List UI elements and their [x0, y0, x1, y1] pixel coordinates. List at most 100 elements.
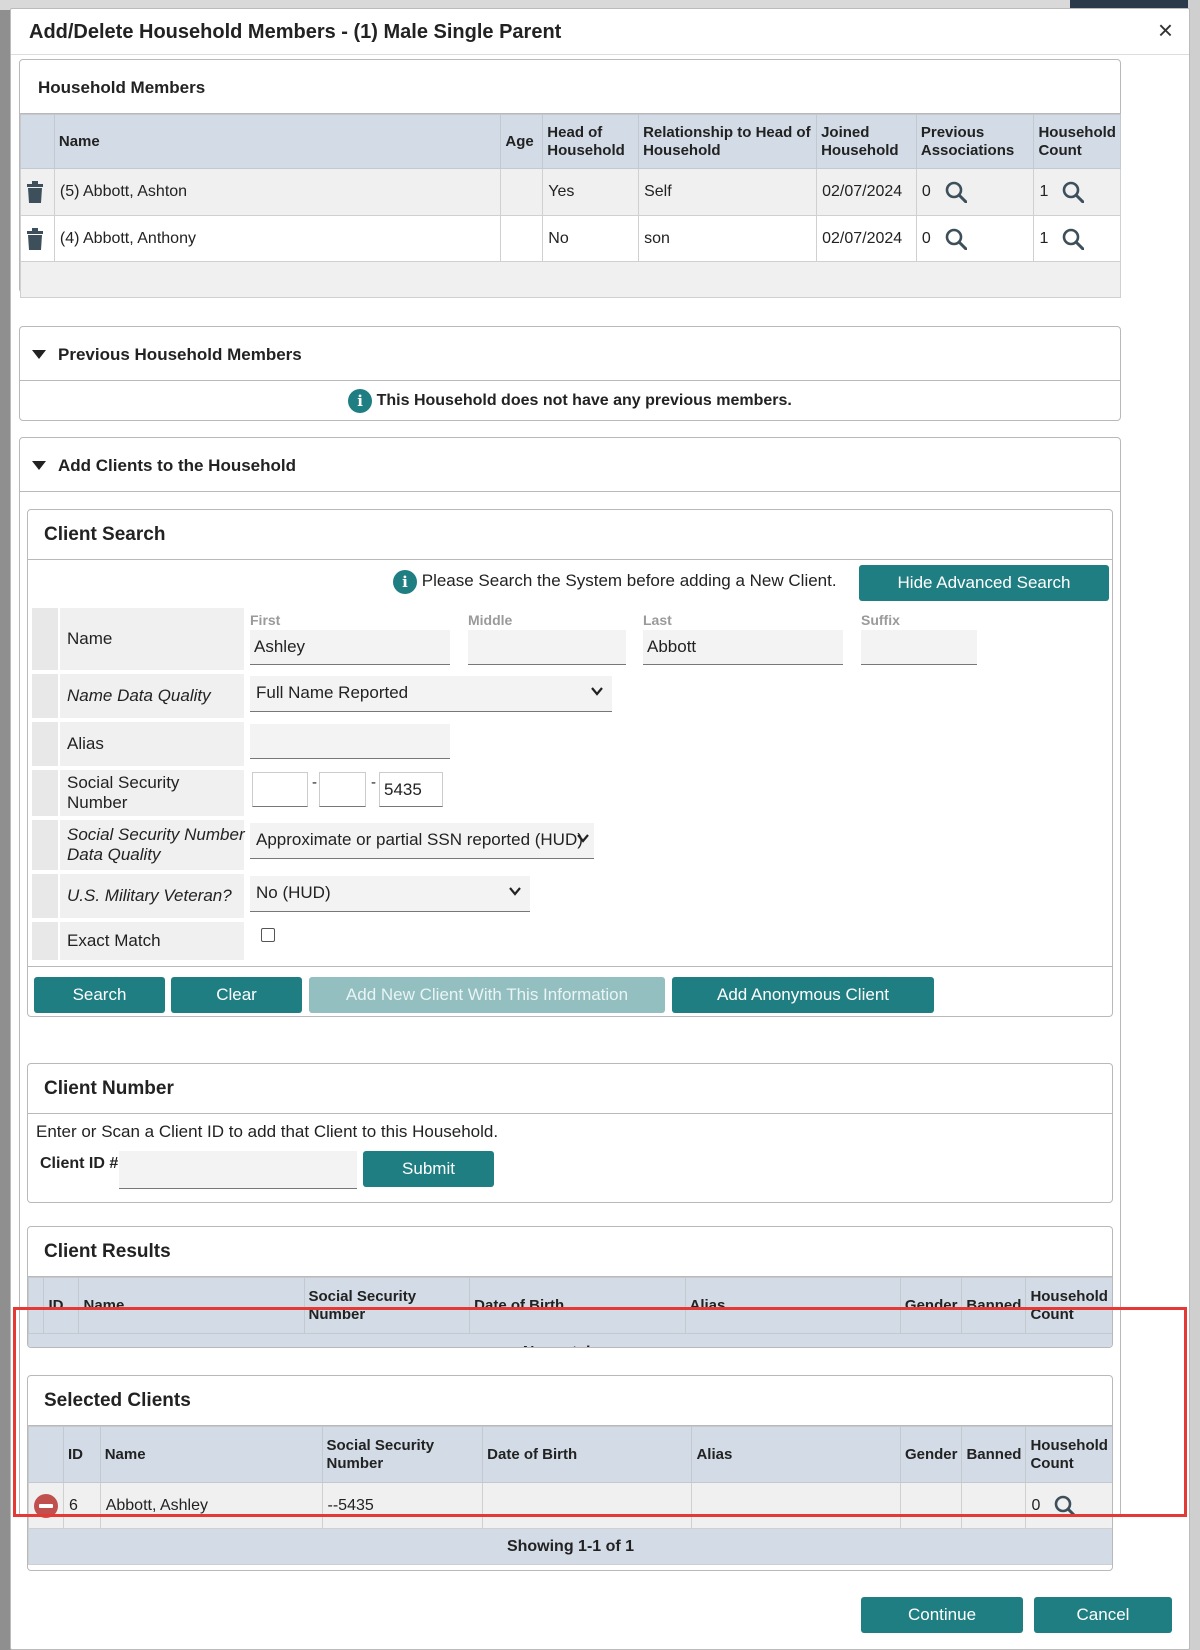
ssn-quality-value: Approximate or partial SSN reported (HUD…	[256, 830, 583, 849]
search-button[interactable]: Search	[34, 977, 165, 1013]
caret-down-icon[interactable]	[32, 461, 46, 470]
table-row: (4) Abbott, Anthony No son 02/07/2024 0 …	[20, 215, 1121, 262]
client-number-header: Client Number	[28, 1064, 1112, 1114]
continue-button[interactable]: Continue	[861, 1597, 1023, 1633]
ssn-label: Social Security Number	[67, 773, 180, 812]
hide-advanced-search-button[interactable]: Hide Advanced Search	[859, 565, 1109, 601]
middle-name-input[interactable]	[468, 630, 626, 665]
showing-count: Showing 1-1 of 1	[28, 1528, 1112, 1565]
search-icon[interactable]	[945, 228, 967, 250]
row-stub	[32, 922, 60, 960]
member-joined: 02/07/2024	[816, 215, 917, 262]
member-name: (4) Abbott, Anthony	[53, 215, 502, 262]
client-search-title: Client Search	[44, 524, 166, 545]
submit-button[interactable]: Submit	[363, 1151, 494, 1187]
ssn-quality-label-cell: Social Security Number Data Quality	[32, 820, 245, 870]
previous-members-panel: Previous Household Members i This Househ…	[19, 326, 1121, 421]
alias-label-cell: Alias	[32, 722, 244, 766]
col-relationship: Relationship to Head of Household	[638, 114, 818, 169]
exact-match-label: Exact Match	[67, 931, 161, 950]
delete-cell	[20, 215, 55, 262]
member-count-cell: 1	[1033, 168, 1121, 216]
member-count-cell: 1	[1033, 215, 1121, 262]
search-icon[interactable]	[945, 181, 967, 203]
alias-label: Alias	[67, 734, 104, 753]
background-tab	[1070, 0, 1200, 8]
ssn-part1-input[interactable]	[252, 772, 308, 807]
member-relationship: Self	[638, 168, 818, 216]
ssn-part3-input[interactable]: 5435	[379, 772, 443, 807]
add-clients-header[interactable]: Add Clients to the Household	[20, 438, 1120, 492]
table-footer-cell	[20, 261, 1121, 298]
member-age	[500, 215, 544, 262]
first-label: First	[250, 612, 281, 628]
add-clients-title[interactable]: Add Clients to the Household	[58, 456, 296, 476]
suffix-input[interactable]	[861, 630, 977, 665]
exact-match-label-cell: Exact Match	[32, 922, 244, 960]
previous-members-message-row: i This Household does not have any previ…	[20, 381, 1120, 421]
add-new-client-button[interactable]: Add New Client With This Information	[309, 977, 665, 1013]
client-search-header: Client Search	[28, 510, 1112, 560]
search-notice-text: Please Search the System before adding a…	[421, 571, 837, 590]
search-notice: i Please Search the System before adding…	[393, 569, 837, 594]
client-id-input[interactable]	[119, 1151, 357, 1189]
veteran-value: No (HUD)	[256, 883, 331, 902]
veteran-select[interactable]: No (HUD)	[250, 876, 530, 912]
close-icon[interactable]: ×	[1158, 17, 1173, 43]
household-members-table: Name Age Head of Household Relationship …	[20, 114, 1121, 298]
col-joined: Joined Household	[816, 114, 917, 169]
member-head: Yes	[542, 168, 640, 216]
exact-match-checkbox[interactable]	[261, 928, 275, 942]
previous-members-title[interactable]: Previous Household Members	[58, 345, 302, 365]
ssn-quality-select[interactable]: Approximate or partial SSN reported (HUD…	[250, 823, 594, 859]
info-icon: i	[348, 388, 373, 413]
name-quality-label: Name Data Quality	[67, 686, 211, 705]
alias-input[interactable]	[250, 724, 450, 759]
ssn-label-cell: Social Security Number	[32, 770, 244, 816]
member-previous-cell: 0	[915, 168, 1035, 216]
member-previous-cell: 0	[915, 215, 1035, 262]
member-previous: 0	[921, 183, 931, 201]
clear-button[interactable]: Clear	[171, 977, 302, 1013]
chevron-down-icon	[509, 887, 521, 896]
middle-label: Middle	[468, 612, 513, 628]
modal-title: Add/Delete Household Members - (1) Male …	[29, 21, 562, 43]
name-quality-label-cell: Name Data Quality	[32, 674, 244, 718]
selection-highlight-box	[13, 1307, 1187, 1517]
member-head: No	[542, 215, 640, 262]
ssn-part2-input[interactable]	[319, 772, 366, 807]
col-count: Household Count	[1033, 114, 1121, 169]
client-number-panel: Client Number Enter or Scan a Client ID …	[27, 1063, 1113, 1203]
name-quality-value: Full Name Reported	[256, 683, 409, 702]
client-search-panel: Client Search i Please Search the System…	[27, 509, 1113, 1017]
client-id-label: Client ID #	[40, 1155, 119, 1172]
delete-cell	[20, 168, 55, 216]
household-members-title: Household Members	[38, 78, 206, 97]
member-count: 1	[1039, 229, 1049, 247]
trash-icon[interactable]	[26, 181, 44, 203]
divider	[28, 966, 1112, 967]
table-spacer-row	[20, 261, 1121, 298]
first-name-input[interactable]: Ashley	[250, 630, 450, 665]
col-head: Head of Household	[542, 114, 640, 169]
modal-header: Add/Delete Household Members - (1) Male …	[11, 9, 1189, 55]
veteran-label: U.S. Military Veteran?	[67, 886, 232, 905]
cancel-button[interactable]: Cancel	[1034, 1597, 1172, 1633]
previous-members-header[interactable]: Previous Household Members	[20, 327, 1120, 381]
search-icon[interactable]	[1062, 228, 1085, 250]
veteran-label-cell: U.S. Military Veteran?	[32, 874, 244, 918]
row-stub	[32, 608, 60, 670]
col-actions	[20, 114, 55, 169]
row-stub	[32, 874, 60, 918]
table-row: (5) Abbott, Ashton Yes Self 02/07/2024 0…	[20, 168, 1121, 216]
row-stub	[32, 722, 60, 766]
col-previous: Previous Associations	[915, 114, 1035, 169]
caret-down-icon[interactable]	[32, 350, 46, 359]
household-members-panel: Household Members Name Age Head of House…	[19, 59, 1121, 298]
name-quality-select[interactable]: Full Name Reported	[250, 676, 612, 712]
search-icon[interactable]	[1062, 181, 1085, 203]
last-name-input[interactable]: Abbott	[643, 630, 843, 665]
add-anonymous-client-button[interactable]: Add Anonymous Client	[672, 977, 934, 1013]
previous-members-message: This Household does not have any previou…	[376, 392, 792, 409]
trash-icon[interactable]	[26, 227, 44, 250]
